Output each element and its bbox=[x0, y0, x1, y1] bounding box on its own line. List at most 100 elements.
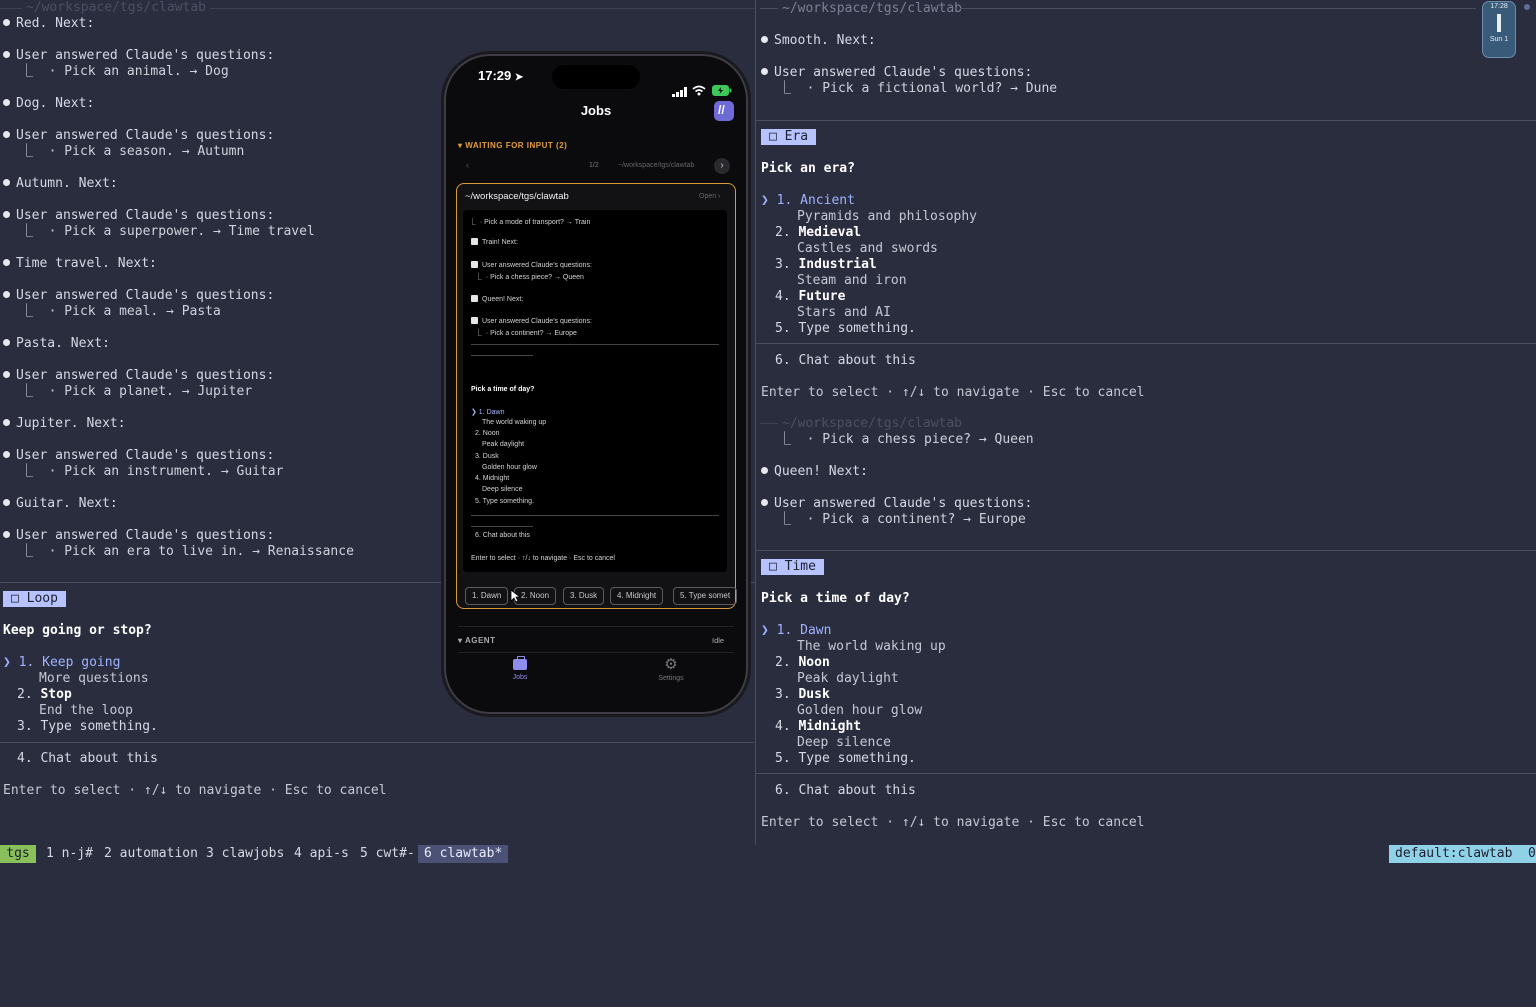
history-next-line: Dog. Next: bbox=[3, 96, 94, 112]
history-answer-detail: ⎿ · Pick a meal. → Pasta bbox=[20, 304, 221, 319]
time-chat-option[interactable]: 6. Chat about this bbox=[775, 783, 916, 799]
rb-title-line bbox=[760, 423, 778, 424]
chip-midnight[interactable]: 4. Midnight bbox=[610, 587, 664, 605]
term-option[interactable]: 3. Dusk bbox=[475, 453, 499, 460]
rb-answer-detail: ⎿ · Pick a continent? → Europe bbox=[778, 512, 1026, 527]
history-answer-header: User answered Claude's questions: bbox=[3, 528, 274, 544]
phone-time: 17:29 ➤ bbox=[478, 68, 524, 83]
gear-icon: ⚙ bbox=[664, 656, 678, 673]
card-open-link[interactable]: Open › bbox=[699, 193, 720, 200]
loop-question: Keep going or stop? bbox=[3, 623, 152, 638]
rt-divider-1 bbox=[756, 120, 1536, 121]
term-option-desc: Peak daylight bbox=[482, 441, 525, 448]
history-next-line: Jupiter. Next: bbox=[3, 416, 126, 432]
time-option-2[interactable]: 2. Noon bbox=[775, 655, 830, 671]
history-answer-detail: ⎿ · Pick an instrument. → Guitar bbox=[20, 464, 284, 479]
term-option[interactable]: 2. Noon bbox=[475, 430, 500, 437]
term-line: User answered Claude's questions: bbox=[471, 261, 592, 269]
pager-count: 1/2 bbox=[589, 162, 599, 169]
term-option-desc: The world waking up bbox=[482, 419, 547, 426]
pager-prev-icon[interactable]: ‹ bbox=[466, 160, 469, 170]
era-option-1[interactable]: ❯ 1. Ancient bbox=[761, 193, 855, 209]
loop-option-1-desc: More questions bbox=[39, 671, 149, 686]
era-option-5[interactable]: 5. Type something. bbox=[775, 321, 916, 337]
window-tab[interactable]: 1 n-j# bbox=[46, 845, 93, 863]
tab-settings-label: Settings bbox=[658, 675, 684, 682]
rb-divider-1 bbox=[756, 550, 1536, 551]
agent-section-header[interactable]: ▾ AGENT bbox=[458, 636, 495, 645]
history-answer-header: User answered Claude's questions: bbox=[3, 48, 274, 64]
era-option-3[interactable]: 3. Industrial bbox=[775, 257, 877, 273]
term-option[interactable]: 5. Type something. bbox=[475, 498, 534, 505]
window-tab[interactable]: 3 clawjobs bbox=[206, 845, 284, 863]
loop-chat-option[interactable]: 4. Chat about this bbox=[17, 751, 158, 767]
term-divider bbox=[471, 515, 719, 516]
agent-divider bbox=[458, 626, 734, 627]
chip-dusk[interactable]: 3. Dusk bbox=[563, 587, 605, 605]
rt-smooth-next: Smooth. Next: bbox=[761, 33, 876, 49]
chip-dawn[interactable]: 1. Dawn bbox=[465, 587, 509, 605]
pager-next-button[interactable]: › bbox=[714, 158, 730, 174]
compose-button[interactable]: // bbox=[714, 101, 734, 121]
history-next-line: Time travel. Next: bbox=[3, 256, 157, 272]
rt-divider-2 bbox=[756, 343, 1536, 344]
time-option-4[interactable]: 4. Midnight bbox=[775, 719, 861, 735]
loop-option-3[interactable]: 3. Type something. bbox=[17, 719, 158, 735]
term-line: Train! Next: bbox=[471, 238, 518, 246]
term-chat[interactable]: 6. Chat about this bbox=[475, 532, 530, 539]
loop-option-1[interactable]: ❯ 1. Keep going bbox=[3, 655, 120, 671]
history-next-line: Autumn. Next: bbox=[3, 176, 118, 192]
history-answer-detail: ⎿ · Pick a superpower. → Time travel bbox=[20, 224, 315, 239]
mouse-cursor-icon bbox=[510, 589, 522, 606]
right-bottom-pane[interactable]: ⎿ · Pick a chess piece? → Queen Queen! N… bbox=[756, 430, 1536, 840]
right-top-title-line-2 bbox=[960, 8, 1476, 9]
rb-answer-header: User answered Claude's questions: bbox=[761, 496, 1032, 512]
era-tag: Era bbox=[761, 129, 817, 145]
term-option-desc: Golden hour glow bbox=[482, 464, 537, 471]
window-tab[interactable]: 4 api-s bbox=[294, 845, 349, 863]
right-top-title-line bbox=[760, 8, 778, 9]
era-option-2-desc: Castles and swords bbox=[797, 241, 938, 256]
time-option-3[interactable]: 3. Dusk bbox=[775, 687, 830, 703]
window-tab-active[interactable]: 6 clawtab* bbox=[418, 845, 509, 863]
era-option-4[interactable]: 4. Future bbox=[775, 289, 845, 305]
term-option[interactable]: 4. Midnight bbox=[475, 475, 509, 482]
term-option[interactable]: ❯ 1. Dawn bbox=[471, 408, 505, 416]
term-line: ⎿ · Pick a mode of transport? → Train bbox=[469, 219, 591, 226]
term-hint: Enter to select · ↑/↓ to navigate · Esc … bbox=[471, 555, 615, 562]
term-line: ⎿ · Pick a continent? → Europe bbox=[475, 330, 577, 337]
history-answer-header: User answered Claude's questions: bbox=[3, 288, 274, 304]
dynamic-island bbox=[552, 65, 640, 89]
chip-noon[interactable]: 2. Noon bbox=[514, 587, 557, 605]
term-divider-short bbox=[471, 355, 533, 356]
era-chat-option[interactable]: 6. Chat about this bbox=[775, 353, 916, 369]
waiting-section-header[interactable]: ▾ WAITING FOR INPUT (2) bbox=[458, 141, 567, 150]
window-tab[interactable]: 2 automation bbox=[104, 845, 198, 863]
phone-header-title: Jobs bbox=[580, 103, 612, 118]
corner-clock-widget[interactable]: 17:28 Sun 1 bbox=[1483, 2, 1515, 57]
history-next-line: Pasta. Next: bbox=[3, 336, 110, 352]
loop-option-2[interactable]: 2. Stop bbox=[17, 687, 72, 703]
rb-detail-1: ⎿ · Pick a chess piece? → Queen bbox=[778, 432, 1034, 447]
era-question: Pick an era? bbox=[761, 161, 855, 176]
tab-settings[interactable]: ⚙ Settings bbox=[651, 657, 691, 682]
era-option-2[interactable]: 2. Medieval bbox=[775, 225, 861, 241]
window-tab[interactable]: 5 cwt#- bbox=[360, 845, 415, 863]
history-answer-detail: ⎿ · Pick a planet. → Jupiter bbox=[20, 384, 253, 399]
time-option-5[interactable]: 5. Type something. bbox=[775, 751, 916, 767]
rb-divider-2 bbox=[756, 773, 1536, 774]
tab-jobs[interactable]: Jobs bbox=[500, 656, 540, 681]
chip-type-something[interactable]: 5. Type somet bbox=[673, 587, 738, 605]
session-name[interactable]: tgs bbox=[0, 845, 36, 863]
time-option-1[interactable]: ❯ 1. Dawn bbox=[761, 623, 831, 639]
location-arrow-icon: ➤ bbox=[514, 72, 524, 83]
loop-option-2-desc: End the loop bbox=[39, 703, 133, 718]
time-option-3-desc: Golden hour glow bbox=[797, 703, 923, 718]
right-top-pane[interactable]: Smooth. Next: User answered Claude's que… bbox=[756, 16, 1536, 416]
status-right: default:clawtab 0 bbox=[1389, 845, 1536, 863]
term-divider-short bbox=[471, 526, 533, 527]
corner-dot-icon bbox=[1524, 4, 1530, 10]
job-card[interactable]: ~/workspace/tgs/clawtab Open › ⎿ · Pick … bbox=[456, 183, 738, 609]
corner-clock-sub: Sun 1 bbox=[1489, 36, 1509, 43]
history-answer-detail: ⎿ · Pick an animal. → Dog bbox=[20, 64, 229, 79]
